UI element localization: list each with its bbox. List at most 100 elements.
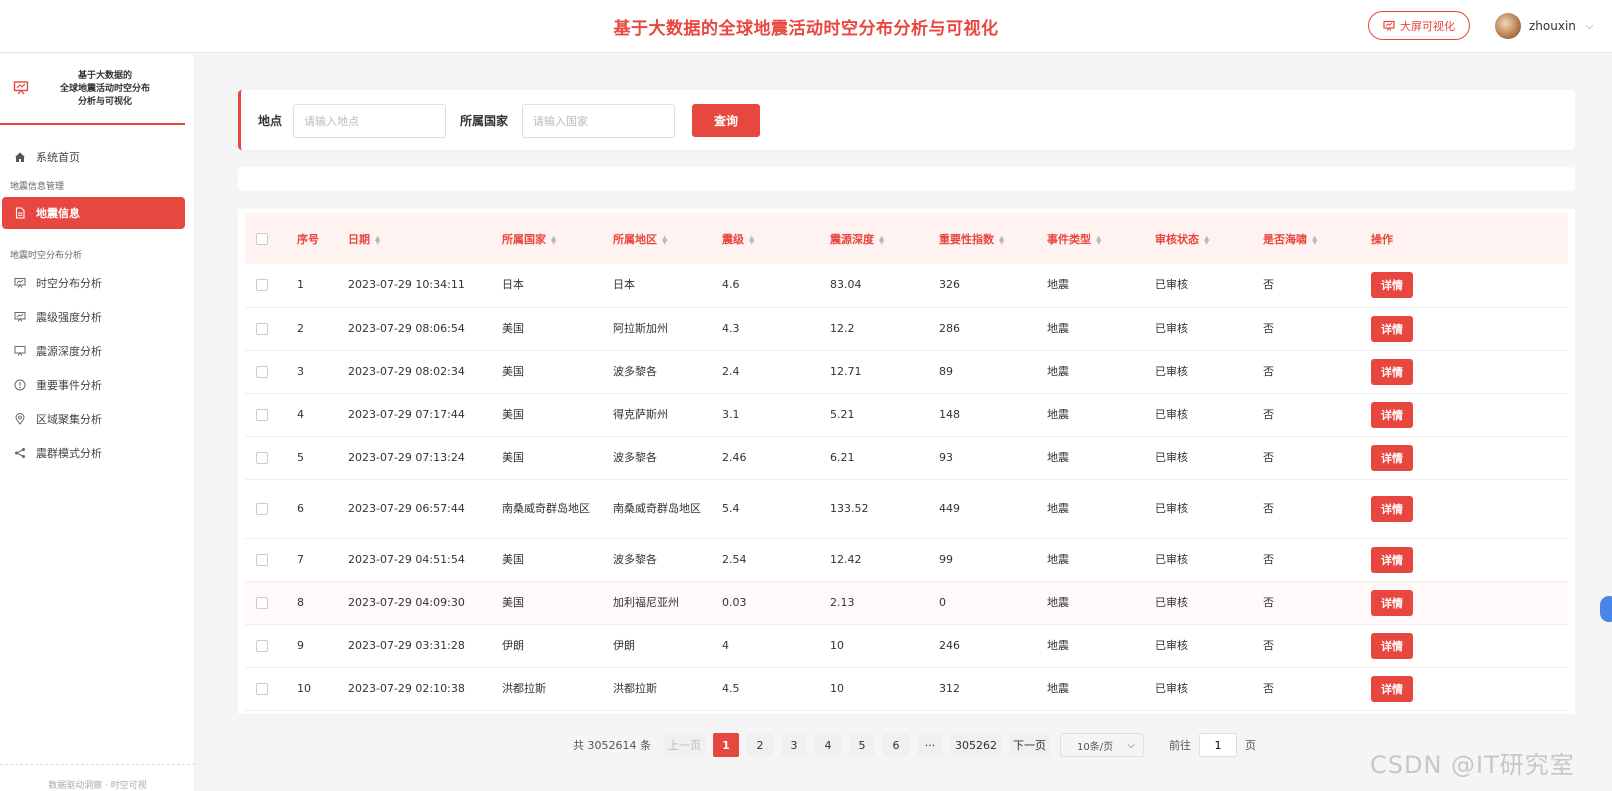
cell-status: 已审核 [1155,350,1263,394]
place-input[interactable] [293,104,446,138]
column-header[interactable]: 所属国家 ▲ ▼ [502,213,613,264]
sort-icon[interactable]: ▲ ▼ [749,234,754,245]
sidebar-item-spatiotemporal[interactable]: 时空分布分析 [2,267,185,299]
cell-sig: 93 [939,436,1047,480]
row-select-cell[interactable] [245,479,297,539]
row-select-cell[interactable] [245,436,297,480]
page-button[interactable]: 2 [746,733,773,757]
cell-country: 美国 [502,307,613,351]
cell-actions: 详情 [1371,581,1568,625]
column-header[interactable]: 震源深度 ▲ ▼ [830,213,939,264]
row-checkbox[interactable] [256,553,268,566]
user-menu[interactable]: zhouxin ⌵ [1495,12,1594,40]
detail-button[interactable]: 详情 [1371,546,1413,573]
row-select-cell[interactable] [245,538,297,582]
country-input[interactable] [522,104,675,138]
column-header[interactable]: 所属地区 ▲ ▼ [613,213,722,264]
cell-sig: 99 [939,538,1047,582]
cell-no: 6 [297,479,348,539]
detail-button[interactable]: 详情 [1371,315,1413,342]
page-size-value: 10条/页 [1076,741,1114,753]
row-select-cell[interactable] [245,307,297,351]
sidebar-item-home[interactable]: 系统首页 [2,141,185,173]
cell-no: 9 [297,624,348,668]
total-count: 共 3052614 条 [573,739,651,752]
floating-help-button[interactable] [1600,596,1612,622]
goto-page-input[interactable] [1198,733,1237,757]
row-checkbox[interactable] [256,322,268,335]
column-header[interactable]: 震级 ▲ ▼ [722,213,830,264]
row-select-cell[interactable] [245,264,297,308]
table-body: 1 2023-07-29 10:34:11 日本 日本 4.6 83.04 326 地震 已审核… [245,264,1568,711]
sidebar-item-depth[interactable]: 震源深度分析 [2,335,185,367]
sort-icon[interactable]: ▲ ▼ [1312,234,1317,245]
presentation-chart-icon [1383,20,1395,31]
detail-button[interactable]: 详情 [1371,444,1413,471]
row-select-cell[interactable] [245,624,297,668]
row-checkbox[interactable] [256,682,268,695]
detail-button[interactable]: 详情 [1371,272,1413,299]
cell-region: 波多黎各 [613,538,722,582]
big-screen-button[interactable]: 大屏可视化 [1368,11,1470,40]
row-checkbox[interactable] [256,279,268,292]
detail-button[interactable]: 详情 [1371,401,1413,428]
page-size-select[interactable]: 10条/页 ⌵ [1059,733,1144,757]
row-checkbox[interactable] [256,596,268,609]
cell-depth: 6.21 [830,436,939,480]
more-pages-button[interactable]: ··· [916,733,943,757]
detail-button[interactable]: 详情 [1371,675,1413,702]
cell-country: 美国 [502,350,613,394]
row-checkbox[interactable] [256,451,268,464]
row-select-cell[interactable] [245,667,297,711]
page-button[interactable]: 4 [814,733,841,757]
select-all-cell[interactable] [245,213,297,264]
chevron-down-icon: ⌵ [1585,20,1594,32]
page-button[interactable]: 3 [780,733,807,757]
cell-mag: 2.54 [722,538,830,582]
sort-icon[interactable]: ▲ ▼ [1096,234,1101,245]
sort-icon[interactable]: ▲ ▼ [879,234,884,245]
sidebar-item-swarm-pattern[interactable]: 震群模式分析 [2,437,185,469]
row-checkbox[interactable] [256,639,268,652]
column-header[interactable]: 审核状态 ▲ ▼ [1155,213,1263,264]
sort-icon[interactable]: ▲ ▼ [375,234,380,245]
column-header[interactable]: 事件类型 ▲ ▼ [1047,213,1155,264]
row-checkbox[interactable] [256,502,268,515]
column-header[interactable]: 日期 ▲ ▼ [348,213,502,264]
detail-button[interactable]: 详情 [1371,358,1413,385]
cell-type: 地震 [1047,264,1155,308]
prev-page-button[interactable]: 上一页 [663,733,705,757]
brand-line: 全球地震活动时空分布 [59,84,150,94]
location-pin-icon [15,413,25,425]
detail-button[interactable]: 详情 [1371,632,1413,659]
row-select-cell[interactable] [245,581,297,625]
detail-button[interactable]: 详情 [1371,495,1413,522]
sidebar-item-region-cluster[interactable]: 区域聚集分析 [2,403,185,435]
row-select-cell[interactable] [245,350,297,394]
sort-icon[interactable]: ▲ ▼ [551,234,556,245]
table-row: 5 2023-07-29 07:13:24 美国 波多黎各 2.46 6.21 93 地震 已审… [245,436,1568,480]
column-header[interactable]: 重要性指数 ▲ ▼ [939,213,1047,264]
cell-date: 2023-07-29 06:57:44 [348,479,502,539]
row-checkbox[interactable] [256,365,268,378]
row-checkbox[interactable] [256,408,268,421]
cell-date: 2023-07-29 04:09:30 [348,581,502,625]
detail-button[interactable]: 详情 [1371,589,1413,616]
page-button[interactable]: 5 [848,733,875,757]
select-all-checkbox[interactable] [256,232,268,245]
sidebar-item-earthquake-info[interactable]: 地震信息 [2,197,185,229]
cell-no: 8 [297,581,348,625]
column-header[interactable]: 是否海啸 ▲ ▼ [1263,213,1371,264]
sort-icon[interactable]: ▲ ▼ [1204,234,1209,245]
row-select-cell[interactable] [245,393,297,437]
sidebar-item-magnitude[interactable]: 震级强度分析 [2,301,185,333]
query-button[interactable]: 查询 [692,104,760,137]
avatar[interactable] [1495,13,1521,39]
page-button[interactable]: 6 [882,733,909,757]
page-button[interactable]: 1 [712,733,739,757]
next-page-button[interactable]: 下一页 [1008,733,1050,757]
sidebar-item-important-events[interactable]: 重要事件分析 [2,369,185,401]
page-button[interactable]: 305262 [950,733,1001,757]
sort-icon[interactable]: ▲ ▼ [662,234,667,245]
sort-icon[interactable]: ▲ ▼ [999,234,1004,245]
